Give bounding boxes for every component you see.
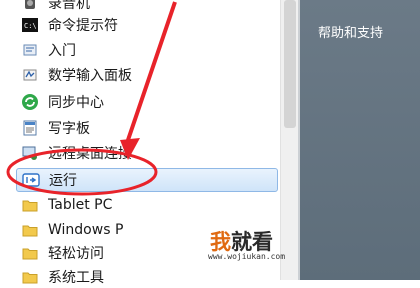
menu-item-label: 写字板 [48, 121, 90, 137]
cmd-icon: C:\ [20, 15, 40, 35]
menu-item-math-input-panel[interactable]: 数学输入面板 [16, 64, 278, 86]
getting-started-icon [20, 40, 40, 60]
recorder-icon [20, 0, 40, 13]
menu-item-label: 录音机 [48, 0, 90, 12]
folder-icon [20, 267, 40, 287]
menu-item-folder-system-tools[interactable]: 系统工具 [16, 266, 278, 288]
site-watermark: 我就看 www.wojiukan.com [208, 226, 312, 266]
watermark-logo-part1: 我 [210, 230, 231, 254]
menu-item-wordpad[interactable]: 写字板 [16, 117, 278, 139]
menu-item-label: Windows P [48, 222, 124, 238]
menu-item-label: 系统工具 [48, 270, 104, 286]
menu-item-remote-desktop[interactable]: 远程桌面连接 [16, 142, 278, 164]
run-icon [21, 170, 41, 190]
math-input-icon [20, 65, 40, 85]
menu-item-label: 数学输入面板 [48, 68, 132, 84]
menu-item-run[interactable]: 运行 [16, 168, 278, 192]
menu-item-label: 远程桌面连接 [48, 146, 132, 162]
menu-item-label: 运行 [49, 173, 77, 189]
menu-item-recorder[interactable]: 录音机 [16, 0, 278, 14]
menu-item-label: 同步中心 [48, 95, 104, 111]
wordpad-icon [20, 118, 40, 138]
folder-icon [20, 220, 40, 240]
menu-item-label: 入门 [48, 43, 76, 59]
menu-item-sync-center[interactable]: 同步中心 [16, 91, 278, 113]
menu-item-getting-started[interactable]: 入门 [16, 39, 278, 61]
folder-icon [20, 243, 40, 263]
menu-item-label: Tablet PC [48, 197, 113, 213]
menu-item-command-prompt[interactable]: C:\ 命令提示符 [16, 14, 278, 36]
svg-text:C:\: C:\ [24, 22, 37, 30]
menu-item-label: 命令提示符 [48, 18, 118, 34]
help-and-support-link[interactable]: 帮助和支持 [318, 22, 383, 41]
folder-icon [20, 195, 40, 215]
menu-item-folder-tablet-pc[interactable]: Tablet PC [16, 194, 278, 216]
remote-desktop-icon [20, 143, 40, 163]
watermark-logo-part2: 就看 [231, 230, 273, 254]
menu-item-label: 轻松访问 [48, 246, 104, 262]
sync-center-icon [20, 92, 40, 112]
watermark-url: www.wojiukan.com [208, 252, 286, 261]
scrollbar-thumb[interactable] [284, 0, 296, 128]
start-menu-right-panel: 帮助和支持 [300, 0, 420, 280]
